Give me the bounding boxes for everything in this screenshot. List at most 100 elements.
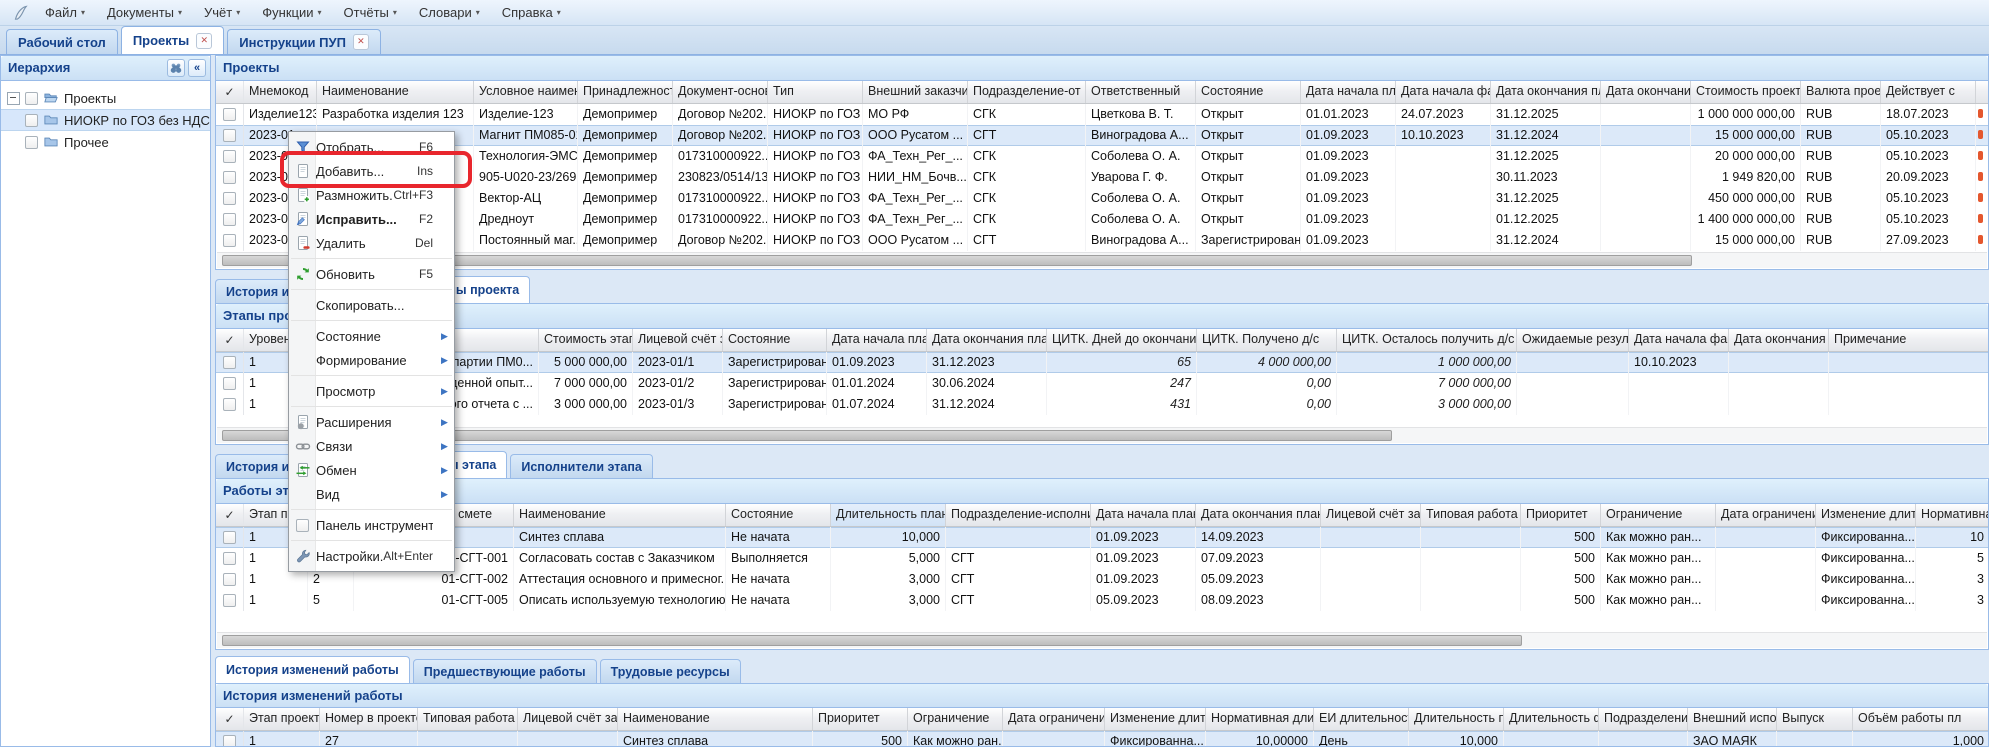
table-row[interactable]: 2023-02Технология-ЭМСДемопример017310000…	[216, 146, 1988, 167]
table-cell[interactable]: 01.09.2023	[1091, 548, 1196, 569]
table-cell[interactable]: Согласовать состав с Заказчиком	[514, 548, 726, 569]
table-cell[interactable]: ООО Русатом ...	[863, 230, 968, 251]
menubar-item-файл[interactable]: Файл▾	[34, 2, 96, 24]
table-cell[interactable]: Не начата	[726, 590, 831, 611]
table-cell[interactable]	[418, 731, 518, 747]
table-cell[interactable]: Вектор-АЦ	[474, 188, 578, 209]
table-cell[interactable]	[1421, 569, 1521, 590]
column-header[interactable]: Условное наименова	[474, 81, 578, 103]
row-checkbox[interactable]	[223, 398, 236, 411]
window-tab[interactable]: Проекты✕	[121, 26, 224, 54]
table-cell[interactable]	[1599, 731, 1688, 747]
row-checkbox[interactable]	[223, 552, 236, 565]
column-header[interactable]: Подразделение-исполнитель..	[946, 504, 1091, 526]
table-cell[interactable]: 10,000	[831, 527, 946, 548]
table-cell[interactable]: RUB	[1801, 209, 1881, 230]
table-cell[interactable]	[1716, 590, 1816, 611]
table-cell[interactable]: Магнит ПМ085-01	[474, 125, 578, 146]
table-cell[interactable]: Демопример	[578, 104, 673, 125]
column-header[interactable]: Стоимость этапа	[539, 329, 633, 351]
table-cell[interactable]: Фиксированна...	[1105, 731, 1206, 747]
table-cell[interactable]: 7 000 000,00	[539, 373, 633, 394]
table-cell[interactable]: СГТ	[946, 569, 1091, 590]
table-cell[interactable]: Фиксированна...	[1816, 590, 1916, 611]
table-cell[interactable]: СГК	[968, 188, 1086, 209]
table-cell[interactable]: 31.12.2024	[1491, 230, 1601, 251]
table-cell[interactable]: 05.10.2023	[1881, 188, 1976, 209]
scroll-thumb[interactable]	[222, 635, 1522, 646]
row-checkbox[interactable]	[223, 531, 236, 544]
section-tab[interactable]: Трудовые ресурсы	[600, 659, 741, 683]
table-cell[interactable]: Зарегистрирован	[1196, 230, 1301, 251]
table-cell[interactable]: 01.09.2023	[827, 352, 927, 373]
table-cell[interactable]: Как можно ран...	[1601, 548, 1716, 569]
column-header[interactable]: Внешний исполни	[1688, 708, 1777, 730]
table-cell[interactable]: 01.09.2023	[1091, 527, 1196, 548]
table-cell[interactable]: НИОКР по ГОЗ ...	[768, 209, 863, 230]
table-row[interactable]: 2023-05ДредноутДемопример017310000922...…	[216, 209, 1988, 230]
column-header[interactable]: Дата окончания пл	[1491, 81, 1601, 103]
table-cell[interactable]: ФА_Техн_Рег_...	[863, 209, 968, 230]
table-cell[interactable]: Виноградова А...	[1086, 125, 1196, 146]
table-row[interactable]: 1201-СГТ-002Аттестация основного и приме…	[216, 569, 1988, 590]
table-cell[interactable]: 01.09.2023	[1091, 569, 1196, 590]
stages-hscrollbar[interactable]	[217, 427, 1987, 443]
table-cell[interactable]: Разработка изделия 123	[317, 104, 474, 125]
column-header[interactable]: Лицевой счёт затрат.	[633, 329, 723, 351]
column-header[interactable]: Примечание	[1829, 329, 1989, 351]
table-cell[interactable]: Дредноут	[474, 209, 578, 230]
table-cell[interactable]	[1729, 394, 1829, 415]
projects-hscrollbar[interactable]	[217, 252, 1987, 268]
table-cell[interactable]: RUB	[1801, 125, 1881, 146]
column-header[interactable]: Валюта проекта	[1801, 81, 1881, 103]
table-cell[interactable]: ФА_Техн_Рег_...	[863, 146, 968, 167]
context-menu-item[interactable]: Размножить...Ctrl+F3	[289, 183, 454, 207]
tree-expander-icon[interactable]	[7, 92, 20, 105]
context-menu-item[interactable]: Скопировать...	[289, 293, 454, 317]
table-cell[interactable]: Зарегистрирован	[723, 373, 827, 394]
select-all-checkmark[interactable]: ✓	[216, 329, 244, 351]
table-cell[interactable]	[1421, 527, 1521, 548]
table-cell[interactable]: 230823/0514/136	[673, 167, 768, 188]
column-header[interactable]: Дата начала план	[827, 329, 927, 351]
table-cell[interactable]	[1321, 548, 1421, 569]
collapse-icon[interactable]: «	[188, 59, 206, 77]
menubar-item-справка[interactable]: Справка▾	[491, 2, 572, 24]
section-tab[interactable]: Предшествующие работы	[413, 659, 597, 683]
row-checkbox[interactable]	[223, 213, 236, 226]
table-cell[interactable]: 450 000 000,00	[1691, 188, 1801, 209]
table-cell[interactable]: Не начата	[726, 569, 831, 590]
table-row[interactable]: 2023-01Магнит ПМ085-01ДемопримерДоговор …	[216, 125, 1988, 146]
table-row[interactable]: 2023-01тПостоянный маг...ДемопримерДогов…	[216, 230, 1988, 251]
column-header[interactable]: Этап проекта	[244, 708, 320, 730]
menu-checkbox[interactable]	[296, 519, 309, 532]
works-hscrollbar[interactable]	[217, 632, 1987, 648]
table-cell[interactable]: 05.10.2023	[1881, 146, 1976, 167]
row-checkbox[interactable]	[223, 594, 236, 607]
row-checkbox[interactable]	[223, 377, 236, 390]
column-header[interactable]: Ограничение	[908, 708, 1003, 730]
table-cell[interactable]	[1829, 352, 1989, 373]
table-cell[interactable]: Как можно ран...	[1601, 569, 1716, 590]
table-cell[interactable]: 05.10.2023	[1881, 209, 1976, 230]
table-cell[interactable]: 27	[320, 731, 418, 747]
context-menu-item[interactable]: Вид▶	[289, 482, 454, 506]
column-header[interactable]: Дата окончания ф	[1729, 329, 1829, 351]
table-cell[interactable]: Постоянный маг...	[474, 230, 578, 251]
tree-checkbox[interactable]	[25, 92, 38, 105]
context-menu-item[interactable]: Расширения▶	[289, 410, 454, 434]
column-header[interactable]: Дата окончания план	[927, 329, 1047, 351]
table-cell[interactable]: ООО Русатом ...	[863, 125, 968, 146]
column-header[interactable]: Нормативная длит	[1206, 708, 1314, 730]
binoculars-icon[interactable]	[167, 59, 185, 77]
column-header[interactable]: Подразделение-ис	[1599, 708, 1688, 730]
table-cell[interactable]: Технология-ЭМС	[474, 146, 578, 167]
table-cell[interactable]: СГТ	[968, 230, 1086, 251]
table-cell[interactable]: Договор №202...	[673, 104, 768, 125]
column-header[interactable]: Типовая работа	[418, 708, 518, 730]
column-header[interactable]: Ограничение	[1601, 504, 1716, 526]
row-checkbox[interactable]	[223, 356, 236, 369]
table-cell[interactable]: Виноградова А...	[1086, 230, 1196, 251]
column-header[interactable]: Подразделение-от	[968, 81, 1086, 103]
table-cell[interactable]: 1	[244, 352, 294, 373]
